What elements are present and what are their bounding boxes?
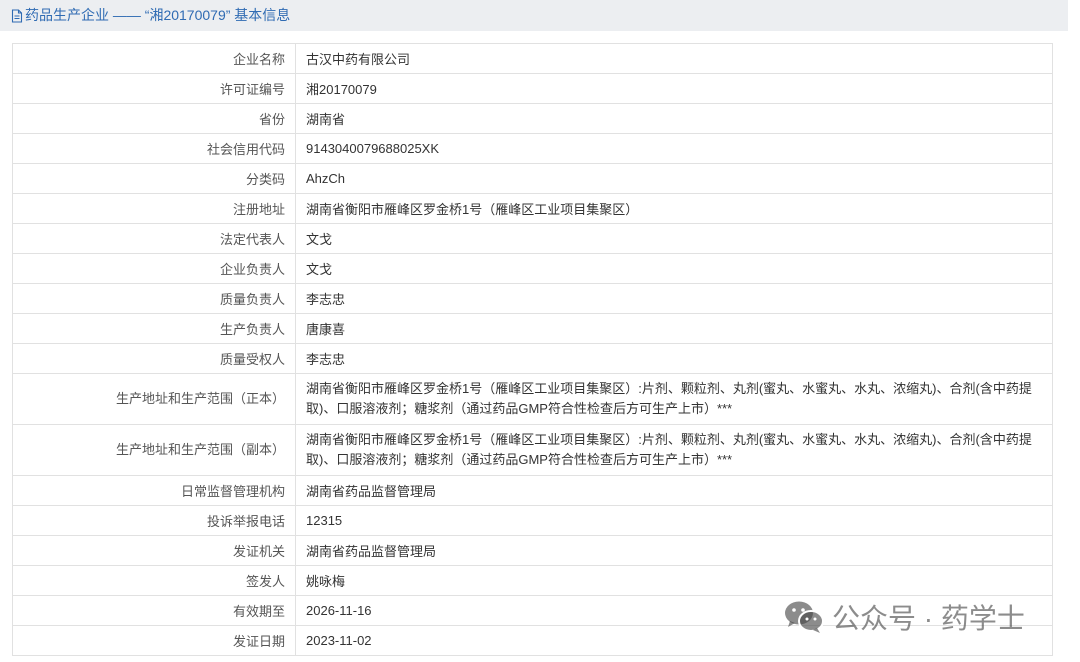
field-value: 湖南省 — [295, 103, 1053, 134]
field-value: 湘20170079 — [295, 73, 1053, 104]
enterprise-info-body: 企业名称 古汉中药有限公司 许可证编号 湘20170079 省份 湖南省 社会信… — [12, 43, 1053, 656]
enterprise-info-table: 企业名称 古汉中药有限公司 许可证编号 湘20170079 省份 湖南省 社会信… — [12, 43, 1053, 656]
section-header: 药品生产企业 —— “湘20170079” 基本信息 — [0, 0, 1068, 31]
field-value: 9143040079688025XK — [295, 133, 1053, 164]
row-category-code: 分类码 AhzCh — [12, 163, 1053, 194]
field-value: 古汉中药有限公司 — [295, 43, 1053, 74]
row-production-scope-copy: 生产地址和生产范围（副本） 湖南省衡阳市雁峰区罗金桥1号（雁峰区工业项目集聚区）… — [12, 424, 1053, 476]
wechat-icon — [784, 600, 824, 634]
field-label: 企业名称 — [12, 43, 296, 74]
field-label: 社会信用代码 — [12, 133, 296, 164]
field-label: 生产地址和生产范围（正本） — [12, 373, 296, 425]
field-value: 湖南省衡阳市雁峰区罗金桥1号（雁峰区工业项目集聚区） — [295, 193, 1053, 224]
row-complaint-hotline: 投诉举报电话 12315 — [12, 505, 1053, 536]
field-label: 质量受权人 — [12, 343, 296, 374]
field-label: 省份 — [12, 103, 296, 134]
field-value: 文戈 — [295, 253, 1053, 284]
row-signer: 签发人 姚咏梅 — [12, 565, 1053, 596]
row-province: 省份 湖南省 — [12, 103, 1053, 134]
row-issuing-authority: 发证机关 湖南省药品监督管理局 — [12, 535, 1053, 566]
field-value: 姚咏梅 — [295, 565, 1053, 596]
field-label: 许可证编号 — [12, 73, 296, 104]
field-value: 李志忠 — [295, 343, 1053, 374]
row-qualified-person: 质量受权人 李志忠 — [12, 343, 1053, 374]
row-company-name: 企业名称 古汉中药有限公司 — [12, 43, 1053, 74]
field-label: 法定代表人 — [12, 223, 296, 254]
row-enterprise-head: 企业负责人 文戈 — [12, 253, 1053, 284]
watermark-text: 公众号 · 药学士 — [832, 603, 1025, 634]
row-production-scope-original: 生产地址和生产范围（正本） 湖南省衡阳市雁峰区罗金桥1号（雁峰区工业项目集聚区）… — [12, 373, 1053, 425]
field-value: 12315 — [295, 505, 1053, 536]
row-credit-code: 社会信用代码 9143040079688025XK — [12, 133, 1053, 164]
field-label: 质量负责人 — [12, 283, 296, 314]
field-value: 湖南省衡阳市雁峰区罗金桥1号（雁峰区工业项目集聚区）:片剂、颗粒剂、丸剂(蜜丸、… — [295, 373, 1053, 425]
field-value: 湖南省药品监督管理局 — [295, 475, 1053, 506]
section-title: 药品生产企业 —— “湘20170079” 基本信息 — [11, 7, 290, 24]
document-icon — [11, 8, 23, 23]
field-value: 李志忠 — [295, 283, 1053, 314]
section-title-text: 药品生产企业 —— “湘20170079” 基本信息 — [25, 7, 291, 23]
field-value: 湖南省衡阳市雁峰区罗金桥1号（雁峰区工业项目集聚区）:片剂、颗粒剂、丸剂(蜜丸、… — [295, 424, 1053, 476]
row-registered-address: 注册地址 湖南省衡阳市雁峰区罗金桥1号（雁峰区工业项目集聚区） — [12, 193, 1053, 224]
field-label: 有效期至 — [12, 595, 296, 626]
field-label: 日常监督管理机构 — [12, 475, 296, 506]
field-label: 分类码 — [12, 163, 296, 194]
field-label: 企业负责人 — [12, 253, 296, 284]
row-license-number: 许可证编号 湘20170079 — [12, 73, 1053, 104]
row-supervising-authority: 日常监督管理机构 湖南省药品监督管理局 — [12, 475, 1053, 506]
field-label: 签发人 — [12, 565, 296, 596]
field-label: 注册地址 — [12, 193, 296, 224]
field-value: 唐康喜 — [295, 313, 1053, 344]
row-legal-representative: 法定代表人 文戈 — [12, 223, 1053, 254]
field-value: 湖南省药品监督管理局 — [295, 535, 1053, 566]
field-label: 生产负责人 — [12, 313, 296, 344]
row-production-head: 生产负责人 唐康喜 — [12, 313, 1053, 344]
field-label: 投诉举报电话 — [12, 505, 296, 536]
watermark: 公众号 · 药学士 — [784, 597, 1025, 637]
field-value: 文戈 — [295, 223, 1053, 254]
field-label: 发证日期 — [12, 625, 296, 656]
field-label: 生产地址和生产范围（副本） — [12, 424, 296, 476]
row-quality-head: 质量负责人 李志忠 — [12, 283, 1053, 314]
field-value: AhzCh — [295, 163, 1053, 194]
field-label: 发证机关 — [12, 535, 296, 566]
